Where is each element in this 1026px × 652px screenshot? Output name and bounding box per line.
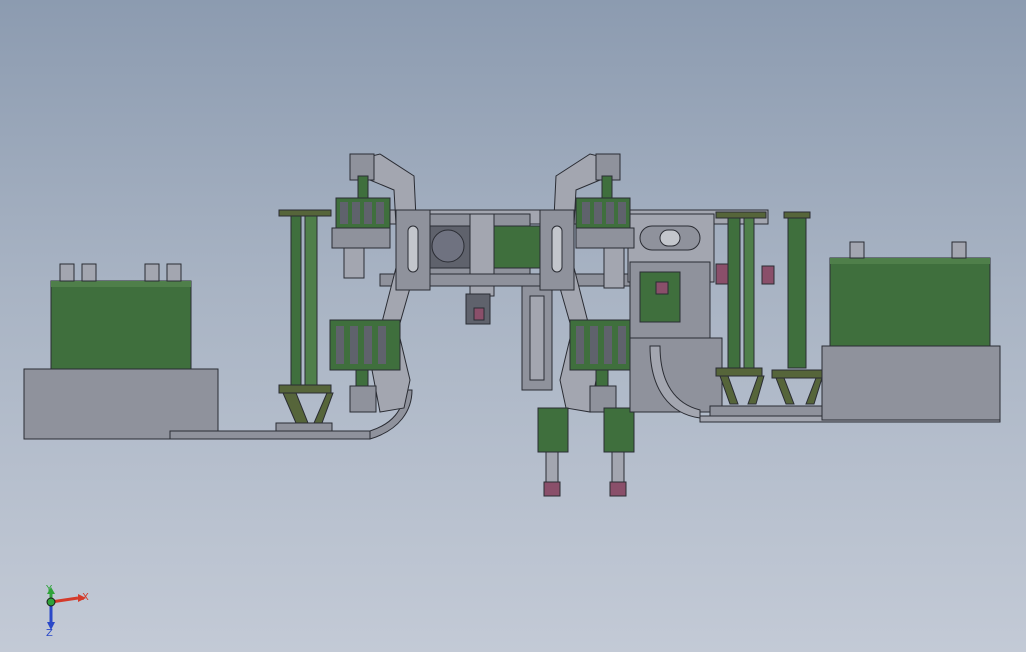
lower-cylinders bbox=[537, 407, 635, 497]
right-green-drum bbox=[829, 257, 991, 347]
left-base-plate bbox=[23, 368, 219, 440]
right-base-unit bbox=[821, 241, 1001, 421]
right-base-plate bbox=[821, 345, 1001, 421]
coordinate-triad[interactable]: X Y Z bbox=[45, 584, 89, 639]
left-cup-3 bbox=[144, 263, 160, 282]
assembly-model[interactable]: X Y Z bbox=[0, 0, 1026, 652]
left-support-column bbox=[275, 209, 334, 432]
cad-viewport[interactable]: X Y Z bbox=[0, 0, 1026, 652]
triad-y-label: Y bbox=[45, 584, 53, 595]
triad-z-label: Z bbox=[46, 628, 53, 639]
right-cup-2 bbox=[951, 241, 967, 259]
left-base-unit bbox=[23, 263, 219, 440]
triad-x-label: X bbox=[82, 592, 89, 603]
right-cup-1 bbox=[849, 241, 865, 259]
left-cup-1 bbox=[59, 263, 75, 282]
left-cup-2 bbox=[81, 263, 97, 282]
left-cup-4 bbox=[166, 263, 182, 282]
left-green-drum bbox=[50, 280, 192, 370]
